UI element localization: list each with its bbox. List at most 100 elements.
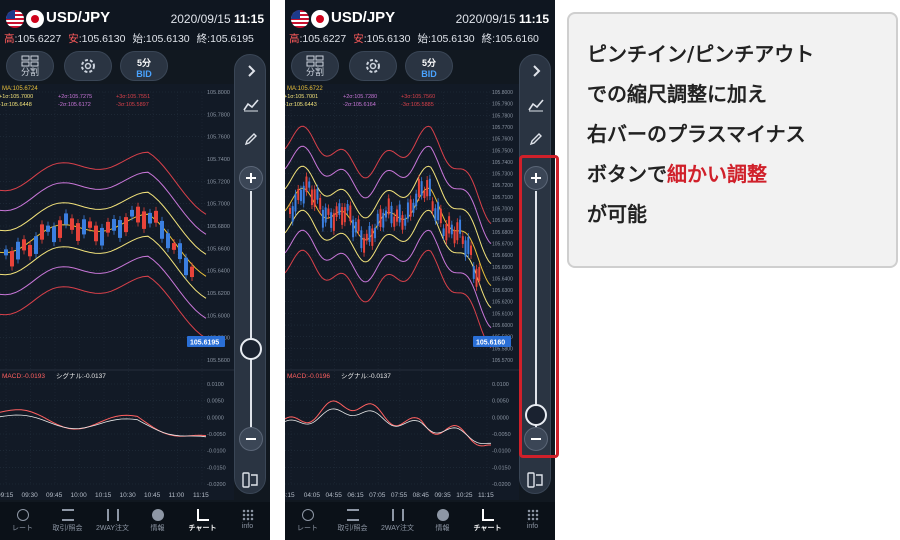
candle — [442, 228, 445, 237]
split-button[interactable]: 分割 — [6, 51, 54, 81]
candle — [406, 202, 409, 219]
candle — [302, 185, 305, 204]
candle — [70, 218, 74, 230]
nav-chart[interactable]: チャート — [465, 502, 510, 540]
rotate-button[interactable] — [239, 468, 263, 492]
macd-tick-label: 0.0100 — [492, 382, 509, 388]
callout-emphasis: 細かい調整 — [667, 162, 767, 186]
nav-two-way[interactable]: 2WAY注文 — [375, 502, 420, 540]
candle — [467, 236, 470, 255]
time-tick-label: 11:00 — [169, 492, 185, 499]
nav-app-info[interactable]: info — [225, 502, 270, 540]
price-tick-label: 105.6900 — [492, 218, 513, 224]
nav-rate[interactable]: レート — [285, 502, 330, 540]
price-tick-label: 105.6200 — [492, 300, 513, 306]
pencil-icon — [244, 133, 257, 146]
candle — [341, 207, 344, 225]
collapse-button[interactable] — [524, 59, 548, 83]
candle — [16, 241, 20, 260]
candle — [437, 202, 440, 221]
info-globe-icon — [436, 509, 449, 521]
timeframe-button[interactable]: 5分 BID — [405, 51, 453, 81]
gear-icon — [81, 59, 95, 73]
candle — [368, 225, 371, 242]
settings-button[interactable] — [64, 51, 112, 81]
time-tick-label: 10:30 — [120, 492, 137, 499]
settings-button[interactable] — [349, 51, 397, 81]
candle — [52, 226, 56, 243]
price-tick-label: 105.6600 — [207, 246, 230, 252]
zoom-out-button[interactable] — [239, 427, 263, 451]
collapse-button[interactable] — [239, 59, 263, 83]
candle — [291, 206, 294, 222]
currency-pair[interactable]: USD/JPY — [46, 9, 110, 26]
candle — [470, 245, 473, 255]
split-button[interactable]: 分割 — [291, 51, 339, 81]
plus-1-sigma-label: +1σ:105.7000 — [0, 94, 33, 100]
candle — [10, 251, 14, 267]
nav-rate[interactable]: レート — [0, 502, 45, 540]
zoom-slider-knob[interactable] — [240, 338, 262, 360]
indicator-button[interactable] — [239, 93, 263, 117]
open-value: :105.6130 — [427, 33, 475, 45]
rotate-button[interactable] — [524, 468, 548, 492]
nav-trade[interactable]: 取引/照会 — [45, 502, 90, 540]
nav-chart[interactable]: チャート — [180, 502, 225, 540]
minus-2-sigma-label: -2σ:105.6172 — [58, 102, 91, 108]
candle — [448, 216, 451, 234]
signal-label: シグナル:-0.0137 — [341, 371, 391, 380]
candle — [316, 188, 319, 200]
plus-icon — [246, 173, 256, 183]
gear-icon — [366, 59, 380, 73]
chart-toolbar: 分割 5分 BID — [6, 51, 226, 81]
quote-header: USD/JPY 2020/09/15 11:15 高:105.6227 安:10… — [0, 0, 270, 50]
rate-icon — [301, 509, 314, 521]
nav-app-info[interactable]: info — [510, 502, 555, 540]
candle — [178, 243, 182, 260]
currency-pair[interactable]: USD/JPY — [331, 9, 395, 26]
ohlc-row: 高:105.6227 安:105.6130 始:105.6130 終:105.6… — [4, 33, 254, 45]
zoom-slider-track[interactable] — [250, 191, 252, 435]
price-tick-label: 105.6500 — [492, 265, 513, 271]
nav-info[interactable]: 情報 — [135, 502, 180, 540]
time-tick-label: 09:45 — [46, 492, 63, 499]
callout-line: ピンチイン/ピンチアウト — [587, 42, 815, 66]
macd-label: MACD:-0.0196 — [287, 373, 330, 380]
draw-button[interactable] — [239, 127, 263, 151]
minus-3-sigma-label: -3σ:105.5885 — [401, 102, 434, 108]
candle — [382, 212, 385, 228]
open-value: :105.6130 — [142, 33, 190, 45]
candle — [464, 240, 467, 257]
low-value: :105.6130 — [363, 33, 411, 45]
price-chart[interactable]: 105.8000 105.7900 105.7800 105.7700 105.7600… — [285, 84, 519, 500]
current-price-value: 105.6160 — [476, 340, 505, 347]
candle — [299, 189, 302, 202]
timeframe-button[interactable]: 5分 BID — [120, 51, 168, 81]
candle — [363, 237, 366, 253]
macd-tick-label: 0.0050 — [492, 399, 509, 405]
chart-icon — [481, 509, 494, 521]
chart-screen-pinch: USD/JPY 2020/09/15 11:15 高:105.6227 安:10… — [0, 0, 270, 540]
price-chart[interactable]: 105.8000 105.7800 105.7600 105.7400 105.7200… — [0, 84, 234, 500]
price-tick-label: 105.7300 — [492, 172, 513, 178]
nav-two-way[interactable]: 2WAY注文 — [90, 502, 135, 540]
candle — [136, 206, 140, 223]
indicator-button[interactable] — [524, 93, 548, 117]
nav-trade[interactable]: 取引/照会 — [330, 502, 375, 540]
price-tick-label: 105.7100 — [492, 195, 513, 201]
candle — [420, 181, 423, 196]
nav-info[interactable]: 情報 — [420, 502, 465, 540]
pencil-icon — [529, 133, 542, 146]
candle — [289, 207, 291, 214]
time-tick-label: 11:15 — [478, 492, 494, 499]
draw-button[interactable] — [524, 127, 548, 151]
time-tick-label: 3:15 — [285, 492, 295, 499]
candle — [450, 224, 453, 235]
candle — [94, 225, 98, 242]
bottom-nav: レート 取引/照会 2WAY注文 情報 チャート info — [285, 502, 555, 540]
candle — [434, 208, 437, 221]
candle — [393, 216, 396, 227]
candle — [142, 211, 146, 229]
candle — [172, 243, 176, 250]
zoom-in-button[interactable] — [239, 166, 263, 190]
